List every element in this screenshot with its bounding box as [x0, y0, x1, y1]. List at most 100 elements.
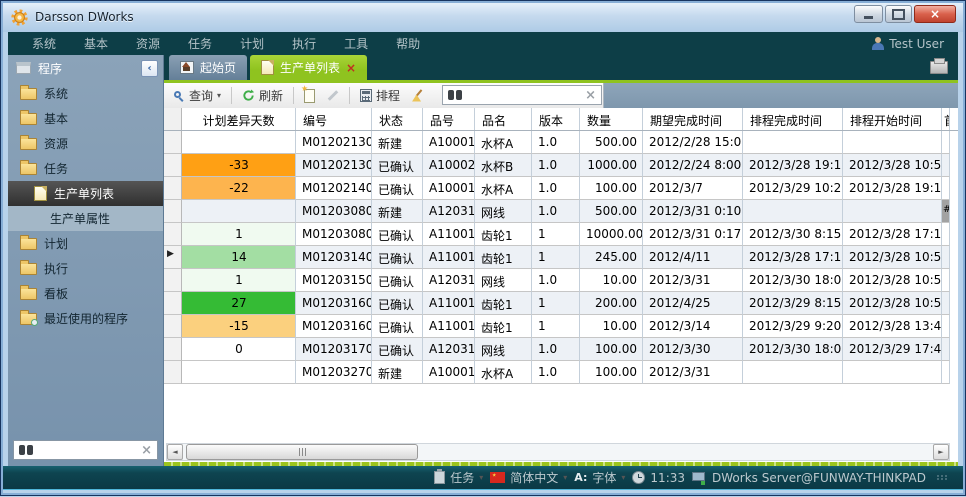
table-cell: 2012/3/29 8:15: [743, 292, 843, 315]
table-cell: 网线: [475, 269, 532, 292]
table-row[interactable]: 0M012031701已确认A12031网线1.0100.002012/3/30…: [164, 338, 958, 361]
sidebar-item[interactable]: 资源: [8, 131, 163, 156]
sidebar-item-label: 生产单列表: [54, 185, 114, 202]
table-cell: 1000.00: [580, 154, 643, 177]
separator: [349, 87, 350, 104]
table-cell: M012031402: [296, 246, 372, 269]
menu-item[interactable]: 系统: [18, 32, 70, 55]
sidebar-search-input[interactable]: [38, 442, 136, 458]
toolbar-panel: 查询 ▾ 刷新 排程: [164, 83, 604, 108]
window-title: Darsson DWorks: [35, 10, 134, 24]
resize-grip[interactable]: [937, 475, 948, 480]
table-cell: 水杯A: [475, 131, 532, 154]
sidebar-item[interactable]: 计划: [8, 231, 163, 256]
clean-button[interactable]: [408, 87, 428, 105]
scroll-left-button[interactable]: ◄: [167, 444, 183, 460]
task-menu[interactable]: 任务 ▾: [434, 469, 483, 486]
column-header[interactable]: 排程开始时间: [843, 108, 942, 130]
query-button[interactable]: 查询 ▾: [170, 85, 224, 106]
status-bar: 任务 ▾ 简体中文 ▾ A: 字体 ▾ 11:33 DWorks Server@…: [2, 466, 964, 489]
table-cell: 水杯A: [475, 177, 532, 200]
table-cell: A10001: [423, 361, 475, 384]
user-indicator[interactable]: Test User: [872, 37, 948, 51]
overflow-cell: [942, 338, 950, 361]
column-header[interactable]: 版本: [532, 108, 580, 130]
table-row[interactable]: 1M012030802已确认A11001齿轮1110000.002012/3/3…: [164, 223, 958, 246]
search-icon: [173, 90, 185, 102]
table-row[interactable]: -33M012021302已确认A10002水杯B1.01000.002012/…: [164, 154, 958, 177]
printer-icon[interactable]: [930, 61, 948, 74]
table-cell: [843, 200, 942, 223]
table-row[interactable]: 1M012031501已确认A12031网线1.010.002012/3/312…: [164, 269, 958, 292]
sidebar-item[interactable]: 最近使用的程序: [8, 306, 163, 331]
column-header[interactable]: 排程完成时间: [743, 108, 843, 130]
clear-search-icon[interactable]: ×: [141, 444, 152, 457]
toolbar-search-input[interactable]: [467, 87, 580, 103]
user-name: Test User: [889, 37, 944, 51]
table-cell: 2012/3/28 13:40: [843, 315, 942, 338]
table-cell: 2012/3/29 10:20: [743, 177, 843, 200]
sidebar-item[interactable]: 基本: [8, 106, 163, 131]
language-menu[interactable]: 简体中文 ▾: [490, 469, 567, 486]
column-header[interactable]: 品号: [423, 108, 475, 130]
maximize-button[interactable]: [885, 5, 912, 23]
table-row[interactable]: ▶14M012031402已确认A11001齿轮11245.002012/4/1…: [164, 246, 958, 269]
table-cell: M012031501: [296, 269, 372, 292]
menu-item[interactable]: 资源: [122, 32, 174, 55]
close-button[interactable]: ×: [914, 5, 956, 23]
new-button[interactable]: [301, 87, 318, 105]
column-header[interactable]: 期望完成时间: [643, 108, 743, 130]
home-icon: [180, 61, 194, 74]
menu-item[interactable]: 执行: [278, 32, 330, 55]
table-cell: 已确认: [372, 223, 423, 246]
sidebar-item[interactable]: 执行: [8, 256, 163, 281]
menu-item[interactable]: 基本: [70, 32, 122, 55]
sidebar-item[interactable]: 看板: [8, 281, 163, 306]
tab-label: 起始页: [200, 59, 236, 76]
clear-search-icon[interactable]: ×: [585, 89, 596, 102]
table-row[interactable]: -15M012031602已确认A11001齿轮1110.002012/3/14…: [164, 315, 958, 338]
menu-item[interactable]: 计划: [226, 32, 278, 55]
table-row[interactable]: 27M012031601已确认A11001齿轮11200.002012/4/25…: [164, 292, 958, 315]
table-row[interactable]: M012021301新建A10001水杯A1.0500.002012/2/28 …: [164, 131, 958, 154]
table-cell: 1.0: [532, 131, 580, 154]
table-cell: M012030801: [296, 200, 372, 223]
sidebar-item-label: 看板: [44, 285, 68, 302]
folder-clock-icon: [20, 313, 37, 325]
close-tab-icon[interactable]: ×: [346, 62, 356, 74]
minimize-button[interactable]: [854, 5, 883, 23]
scrollbar-thumb[interactable]: [186, 444, 418, 460]
menu-item[interactable]: 任务: [174, 32, 226, 55]
sidebar-item[interactable]: 系统: [8, 81, 163, 106]
scroll-right-button[interactable]: ►: [933, 444, 949, 460]
table-cell: A12031: [423, 200, 475, 223]
column-header[interactable]: 状态: [372, 108, 423, 130]
calculator-icon: [360, 89, 372, 102]
menu-item[interactable]: 帮助: [382, 32, 434, 55]
binoculars-icon: [19, 445, 33, 455]
menu-item[interactable]: 工具: [330, 32, 382, 55]
tab[interactable]: 起始页: [169, 55, 247, 80]
collapse-sidebar-button[interactable]: ‹: [141, 60, 158, 77]
sidebar-item[interactable]: 生产单属性: [8, 206, 163, 231]
column-header[interactable]: 品名: [475, 108, 532, 130]
edit-button[interactable]: [323, 87, 342, 104]
table-cell: 2012/3/29 17:46: [843, 338, 942, 361]
column-header[interactable]: 计划差异天数: [182, 108, 296, 130]
refresh-button[interactable]: 刷新: [239, 85, 286, 106]
table-row[interactable]: M012030801新建A12031网线1.0500.002012/3/31 0…: [164, 200, 958, 223]
sidebar-item[interactable]: 任务: [8, 156, 163, 181]
table-cell: M012021302: [296, 154, 372, 177]
diff-cell: 1: [182, 223, 296, 246]
table-row[interactable]: M012032701新建A10001水杯A1.0100.002012/3/31: [164, 361, 958, 384]
chevron-down-icon: ▾: [479, 473, 483, 482]
sidebar-item[interactable]: 生产单列表: [8, 181, 163, 206]
table-row[interactable]: -22M012021401已确认A10001水杯A1.0100.002012/3…: [164, 177, 958, 200]
column-header[interactable]: 数量: [580, 108, 643, 130]
schedule-button[interactable]: 排程: [357, 85, 403, 106]
font-menu[interactable]: A: 字体 ▾: [574, 469, 625, 486]
row-indicator-cell: [164, 269, 182, 292]
column-header[interactable]: 编号: [296, 108, 372, 130]
tab-active[interactable]: 生产单列表×: [250, 55, 367, 80]
table-cell: A12031: [423, 338, 475, 361]
